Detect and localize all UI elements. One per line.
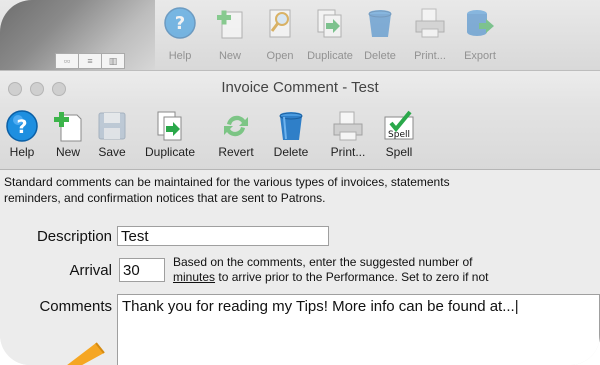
intro-line-2: reminders, and confirmation notices that…	[4, 191, 326, 205]
column-view-icon[interactable]: ▥	[101, 53, 125, 69]
printer-icon	[333, 111, 363, 141]
spell-icon-text: Spell	[388, 130, 410, 140]
svg-text:?: ?	[16, 116, 27, 138]
revert-button[interactable]: Revert	[208, 105, 264, 169]
help-icon: ?	[6, 110, 38, 142]
title-bar[interactable]: Invoice Comment - Test	[0, 71, 600, 105]
minutes-underlined: minutes	[173, 270, 216, 284]
arrival-hint-line-1: Based on the comments, enter the suggest…	[173, 255, 473, 269]
print-button[interactable]: Print...	[318, 105, 378, 169]
intro-line-1: Standard comments can be maintained for …	[4, 175, 450, 189]
bg-delete-button[interactable]: Delete	[356, 6, 404, 72]
bg-print-button[interactable]: Print...	[406, 6, 454, 72]
save-floppy-icon	[98, 112, 126, 140]
description-label: Description	[36, 228, 112, 245]
spell-button[interactable]: Spell Spell	[378, 105, 420, 169]
bg-new-button[interactable]: New	[206, 6, 254, 72]
help-icon: ?	[164, 7, 196, 39]
help-button[interactable]: ? Help	[0, 105, 44, 169]
svg-text:?: ?	[175, 13, 185, 34]
toolbar-label: New	[55, 145, 80, 159]
toolbar-label: Spell	[385, 145, 413, 159]
delete-button[interactable]: Delete	[264, 105, 318, 169]
new-document-icon	[54, 112, 82, 142]
bg-tool-label: Help	[168, 50, 192, 62]
bg-tool-label: Duplicate	[307, 50, 353, 62]
spell-check-icon: Spell	[384, 110, 414, 140]
arrival-minutes-field[interactable]	[119, 258, 165, 282]
toolbar-label: Revert	[218, 145, 254, 159]
bg-tool-label: New	[218, 50, 241, 62]
form-content: Standard comments can be maintained for …	[0, 170, 600, 365]
arrival-label: Arrival	[69, 262, 112, 279]
bg-tool-label: Print...	[414, 50, 446, 62]
comments-textarea[interactable]: Thank you for reading my Tips! More info…	[117, 294, 600, 365]
bg-tool-label: Delete	[364, 50, 396, 62]
toolbar-label: Print...	[330, 145, 366, 159]
grid-view-icon[interactable]: ▫▫	[55, 53, 79, 69]
open-magnifier-icon	[269, 9, 291, 38]
bg-help-button[interactable]: ? Help	[156, 6, 204, 72]
toolbar-label: Duplicate	[144, 145, 196, 159]
window-toolbar: ? Help New Save Duplicate Revert Delete …	[0, 105, 600, 170]
background-toolbar: ? Help New Open Duplicate Delete Print..…	[156, 6, 506, 72]
toolbar-label: Delete	[273, 145, 309, 159]
comments-label: Comments	[39, 298, 112, 315]
printer-icon	[415, 8, 445, 38]
description-field[interactable]	[117, 226, 329, 246]
trash-icon	[368, 10, 392, 37]
duplicate-icon	[157, 111, 182, 141]
bg-tool-label: Export	[464, 50, 496, 62]
intro-text: Standard comments can be maintained for …	[4, 174, 600, 206]
toolbar-label: Save	[98, 145, 126, 159]
bg-open-button[interactable]: Open	[256, 6, 304, 72]
new-document-icon	[217, 10, 243, 39]
arrival-hint: Based on the comments, enter the suggest…	[173, 255, 489, 285]
pencil-icon	[67, 342, 105, 365]
window-title: Invoice Comment - Test	[221, 79, 379, 96]
arrival-hint-rest: to arrive prior to the Performance. Set …	[215, 270, 489, 284]
new-button[interactable]: New	[44, 105, 92, 169]
export-database-icon	[467, 10, 494, 36]
invoice-comment-window: Invoice Comment - Test ? Help New Save D…	[0, 70, 600, 365]
save-button[interactable]: Save	[92, 105, 132, 169]
bg-export-button[interactable]: Export	[456, 6, 504, 72]
screenshot-frame: ▫▫ ≡ ▥ ? Help New Open Duplicate Delete …	[0, 0, 600, 365]
duplicate-button[interactable]: Duplicate	[132, 105, 208, 169]
toolbar-label: Help	[9, 145, 35, 159]
duplicate-icon	[317, 9, 342, 38]
bg-duplicate-button[interactable]: Duplicate	[306, 6, 354, 72]
revert-arrows-icon	[224, 115, 248, 137]
bg-tool-label: Open	[266, 50, 294, 62]
background-window: ▫▫ ≡ ▥ ? Help New Open Duplicate Delete …	[0, 0, 600, 72]
list-view-icon[interactable]: ≡	[78, 53, 102, 69]
view-mode-buttons[interactable]: ▫▫ ≡ ▥	[55, 53, 125, 69]
arrival-hint-line-2: minutes to arrive prior to the Performan…	[173, 270, 489, 285]
trash-icon	[279, 112, 303, 140]
